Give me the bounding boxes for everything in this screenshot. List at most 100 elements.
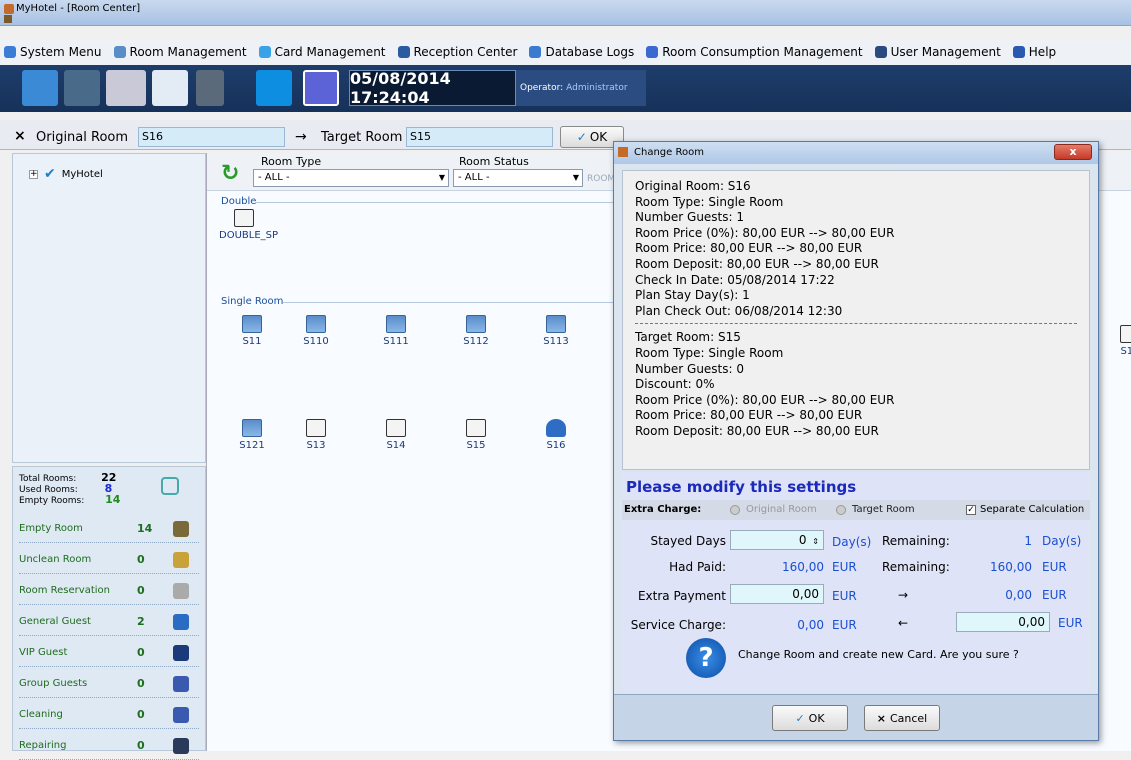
group-divider — [283, 302, 613, 303]
guest-photo-icon[interactable] — [64, 70, 100, 106]
room-s11[interactable]: S11 — [227, 315, 277, 347]
status-count: 0 — [137, 677, 145, 690]
menu-label: Database Logs — [545, 45, 635, 59]
room-s16[interactable]: S16 — [531, 419, 581, 451]
room-s15[interactable]: S15 — [451, 419, 501, 451]
menu-item-card-management[interactable]: Card Management — [258, 45, 386, 59]
target-room-input[interactable]: S15 — [406, 127, 553, 147]
cancel-icon: × — [876, 711, 886, 725]
summary-line: Target Room: S15 — [635, 330, 741, 345]
window-icon[interactable] — [303, 70, 339, 106]
checkin-icon[interactable] — [22, 70, 58, 106]
radio-original-label: Original Room — [746, 504, 817, 515]
room-totals: Total Rooms: 22 Used Rooms: 8 Empty Room… — [19, 472, 120, 506]
dialog-ok-label: OK — [808, 711, 825, 725]
house-icon — [466, 419, 486, 437]
close-icon[interactable]: × — [14, 128, 26, 144]
menu-icon — [113, 46, 126, 58]
menu-icon — [1012, 46, 1025, 58]
had-paid-row: Had Paid: 160,00 EUR Remaining: 160,00 E… — [622, 558, 1090, 580]
card-reader-icon[interactable] — [196, 70, 224, 106]
radio-icon — [730, 504, 740, 515]
room-type-select[interactable]: - ALL - ▼ — [253, 169, 449, 187]
tree-node-root[interactable]: + ✔ MyHotel — [29, 166, 103, 182]
guest-icon — [546, 419, 566, 437]
service-charge-input[interactable]: 0,00 — [956, 612, 1050, 632]
room-s13[interactable]: S13 — [291, 419, 341, 451]
menu-item-room-management[interactable]: Room Management — [113, 45, 247, 59]
radio-target-room[interactable]: Target Room — [836, 504, 915, 515]
room-s14[interactable]: S14 — [371, 419, 421, 451]
room-s111[interactable]: S111 — [371, 315, 421, 347]
guest-icon — [173, 613, 189, 630]
menu-item-database-logs[interactable]: Database Logs — [529, 45, 634, 59]
stayed-days-value: 0 — [798, 533, 807, 547]
search-icon[interactable] — [152, 70, 188, 106]
room-label: ROOM — [587, 174, 616, 184]
radio-original-room[interactable]: Original Room — [730, 504, 817, 515]
room-status-select[interactable]: - ALL - ▼ — [453, 169, 583, 187]
reserved-ticket-icon[interactable] — [106, 70, 146, 106]
menu-item-user-management[interactable]: User Management — [874, 45, 1001, 59]
status-row-vip-guest[interactable]: VIP Guest 0 — [19, 639, 199, 667]
room-s113[interactable]: S113 — [531, 315, 581, 347]
vacant-room-icon — [546, 315, 566, 333]
vacant-room-icon — [466, 315, 486, 333]
dialog-title: Change Room — [634, 147, 704, 158]
menu-item-help[interactable]: Help — [1012, 45, 1056, 59]
stayed-days-row: Stayed Days 0 ⇕ Day(s) Remaining: 1 Day(… — [622, 530, 1090, 554]
room-s112[interactable]: S112 — [451, 315, 501, 347]
status-label: Unclean Room — [19, 554, 92, 565]
status-row-unclean-room[interactable]: Unclean Room 0 — [19, 546, 199, 574]
group-double-title: Double — [221, 196, 257, 207]
expand-icon[interactable]: + — [29, 169, 38, 179]
dialog-cancel-button[interactable]: × Cancel — [864, 705, 940, 731]
summary-line: Number Guests: 0 — [635, 361, 745, 376]
menu-item-system-menu[interactable]: System Menu — [4, 45, 102, 59]
arrow-left-icon: ← — [898, 616, 909, 630]
menu-item-room-consumption-management[interactable]: Room Consumption Management — [646, 45, 863, 59]
summary-line: Room Price: 80,00 EUR --> 80,00 EUR — [635, 408, 863, 423]
room-double_sp[interactable]: DOUBLE_SP — [219, 209, 278, 241]
spinner-icon[interactable]: ⇕ — [812, 537, 819, 546]
status-row-general-guest[interactable]: General Guest 2 — [19, 608, 199, 636]
window-titlebar: MyHotel - [Room Center] — [0, 0, 1131, 26]
extra-payment-input[interactable]: 0,00 — [730, 584, 824, 604]
checkmark-icon: ✓ — [795, 711, 805, 725]
had-paid-label: Had Paid: — [669, 560, 726, 574]
room-s12[interactable]: S12 — [1105, 325, 1131, 357]
refresh-icon[interactable]: ↻ — [221, 161, 239, 186]
stayed-days-input[interactable]: 0 ⇕ — [730, 530, 824, 550]
dialog-close-button[interactable]: x — [1054, 144, 1092, 160]
status-row-empty-room[interactable]: Empty Room 14 — [19, 515, 199, 543]
extra-charge-row: Extra Charge: Original Room Target Room … — [622, 500, 1090, 520]
repair-tools-icon — [173, 737, 189, 754]
extra-charge-label: Extra Charge: — [624, 504, 702, 515]
original-room-input[interactable]: S16 — [138, 127, 285, 147]
room-name: S12 — [1120, 346, 1131, 357]
status-row-cleaning[interactable]: Cleaning 0 — [19, 701, 199, 729]
operator-value: Administrator — [566, 83, 628, 93]
system-icon[interactable] — [4, 15, 12, 23]
menu-label: Card Management — [274, 45, 386, 59]
extra-payment-label: Extra Payment — [637, 589, 726, 603]
status-row-room-reservation[interactable]: Room Reservation 0 — [19, 577, 199, 605]
room-s121[interactable]: S121 — [227, 419, 277, 451]
room-s110[interactable]: S110 — [291, 315, 341, 347]
room-name: S111 — [383, 336, 409, 347]
chevron-down-icon: ▼ — [438, 173, 445, 182]
settings-title: Please modify this settings — [626, 478, 857, 496]
summary-line: Plan Stay Day(s): 1 — [635, 288, 750, 303]
status-label: Group Guests — [19, 678, 88, 689]
status-row-repairing[interactable]: Repairing 0 — [19, 732, 199, 760]
card-icon[interactable] — [256, 70, 292, 106]
service-charge-label: Service Charge: — [630, 618, 726, 632]
checkmark-icon: ✓ — [576, 130, 587, 144]
room-name: S14 — [386, 440, 406, 451]
dialog-ok-button[interactable]: ✓ OK — [772, 705, 848, 731]
menu-item-reception-center[interactable]: Reception Center — [397, 45, 517, 59]
dialog-titlebar: Change Room x — [614, 142, 1098, 164]
currency-label: EUR — [1042, 588, 1067, 602]
separate-calculation-checkbox[interactable]: ✓ Separate Calculation — [966, 504, 1084, 515]
status-row-group-guests[interactable]: Group Guests 0 — [19, 670, 199, 698]
